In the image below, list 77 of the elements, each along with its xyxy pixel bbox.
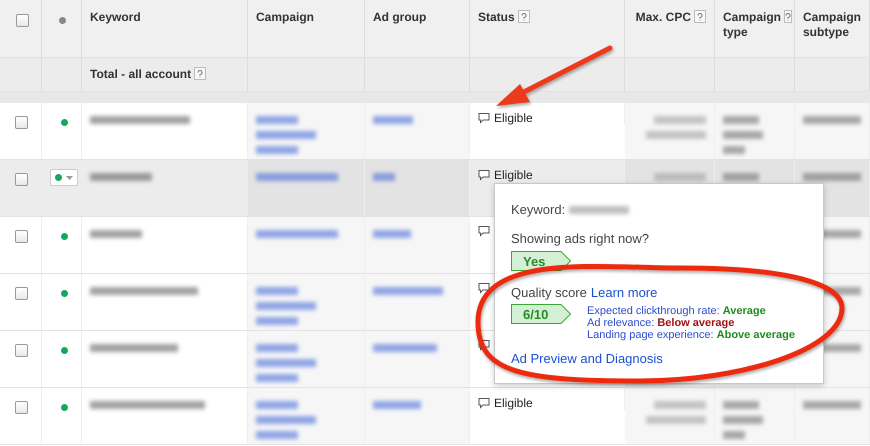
column-header[interactable]: Status bbox=[478, 10, 515, 25]
quality-factor: Expected clickthrough rate: Average bbox=[587, 305, 767, 317]
blurred-link bbox=[256, 302, 316, 310]
blurred-text bbox=[654, 401, 706, 409]
quality-score-label: Quality score bbox=[511, 285, 587, 300]
comment-icon[interactable] bbox=[478, 169, 490, 181]
status-dropdown[interactable] bbox=[50, 169, 78, 186]
blurred-link bbox=[373, 401, 421, 409]
blurred-text bbox=[723, 401, 759, 409]
blurred-link bbox=[256, 131, 316, 139]
comment-icon[interactable] bbox=[478, 397, 490, 409]
table-row[interactable]: Eligible bbox=[0, 388, 870, 445]
blurred-link bbox=[256, 374, 298, 382]
blurred-text bbox=[803, 401, 861, 409]
status-text: Eligible bbox=[494, 111, 533, 125]
total-row-label: Total - all account bbox=[90, 67, 192, 82]
blurred-link bbox=[373, 344, 437, 352]
select-all-checkbox[interactable] bbox=[16, 14, 29, 27]
blurred-link bbox=[256, 287, 298, 295]
blurred-text bbox=[654, 173, 706, 181]
status-text: Eligible bbox=[494, 396, 533, 410]
blurred-link bbox=[256, 116, 298, 124]
blurred-link bbox=[256, 431, 298, 439]
quality-factor: Ad relevance: Below average bbox=[587, 317, 736, 329]
blurred-link bbox=[373, 287, 443, 295]
learn-more-link[interactable]: Learn more bbox=[590, 285, 658, 300]
blurred-text bbox=[803, 173, 861, 181]
blurred-text bbox=[723, 431, 745, 439]
blurred-text bbox=[723, 416, 763, 424]
help-icon[interactable] bbox=[694, 10, 706, 23]
blurred-text bbox=[803, 116, 861, 124]
status-text: Eligible bbox=[494, 168, 533, 182]
row-checkbox[interactable] bbox=[15, 230, 28, 243]
blurred-text bbox=[654, 116, 706, 124]
column-header[interactable]: Campaign type bbox=[723, 10, 782, 40]
comment-icon[interactable] bbox=[478, 112, 490, 124]
blurred-link bbox=[373, 173, 395, 181]
showing-ads-question: Showing ads right now? bbox=[511, 231, 650, 246]
comment-icon[interactable] bbox=[478, 225, 490, 237]
blurred-link bbox=[373, 230, 411, 238]
help-icon[interactable] bbox=[784, 10, 792, 23]
blurred-text bbox=[723, 173, 759, 181]
blurred-text bbox=[723, 116, 759, 124]
row-checkbox[interactable] bbox=[15, 287, 28, 300]
blurred-text bbox=[646, 416, 706, 424]
comment-icon[interactable] bbox=[478, 282, 490, 294]
table-row[interactable]: Eligible bbox=[0, 103, 870, 160]
blurred-link bbox=[256, 146, 298, 154]
blurred-link bbox=[256, 416, 316, 424]
blurred-text bbox=[90, 230, 142, 238]
blurred-text bbox=[569, 206, 630, 214]
row-checkbox[interactable] bbox=[15, 173, 28, 186]
keyword-label: Keyword: bbox=[511, 202, 566, 217]
help-icon[interactable] bbox=[518, 10, 530, 23]
blurred-link bbox=[256, 401, 298, 409]
blurred-text bbox=[723, 131, 763, 139]
status-dot-icon bbox=[59, 17, 66, 24]
blurred-link bbox=[373, 116, 413, 124]
blurred-text bbox=[723, 146, 745, 154]
caret-icon bbox=[66, 176, 73, 180]
column-header[interactable]: Campaign bbox=[256, 10, 314, 25]
row-checkbox[interactable] bbox=[15, 116, 28, 129]
row-checkbox[interactable] bbox=[15, 344, 28, 357]
quality-score-badge: 6/10 bbox=[511, 304, 571, 324]
blurred-text bbox=[90, 173, 152, 181]
column-header[interactable]: Max. CPC bbox=[636, 10, 691, 25]
help-icon[interactable] bbox=[194, 67, 206, 80]
ad-preview-link[interactable]: Ad Preview and Diagnosis bbox=[511, 351, 807, 366]
column-header[interactable]: Keyword bbox=[90, 10, 141, 25]
blurred-text bbox=[646, 131, 706, 139]
column-header[interactable]: Campaign subtype bbox=[803, 10, 862, 40]
blurred-link bbox=[256, 359, 316, 367]
blurred-link bbox=[256, 344, 298, 352]
column-header[interactable]: Ad group bbox=[373, 10, 426, 25]
quality-factor: Landing page experience: Above average bbox=[587, 329, 795, 341]
row-checkbox[interactable] bbox=[15, 401, 28, 414]
blurred-link bbox=[256, 317, 298, 325]
